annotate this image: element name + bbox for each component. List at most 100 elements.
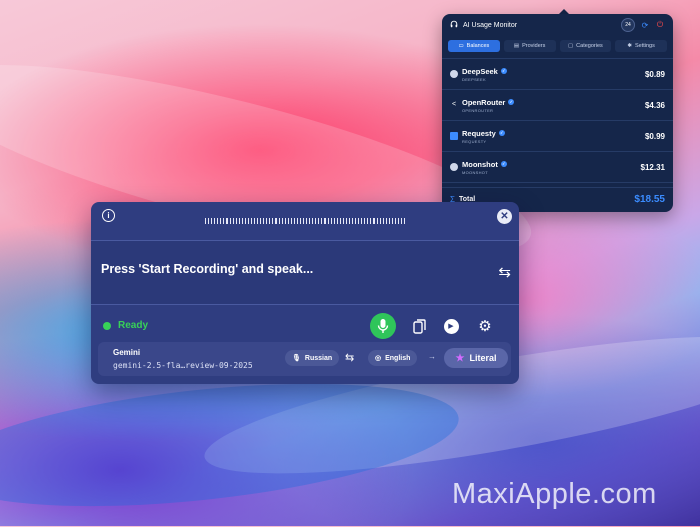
provider-id: MOONSHOT	[462, 169, 488, 175]
waveform-bar	[303, 218, 305, 224]
arrow-right-icon: →	[428, 352, 436, 361]
mode-label: Literal	[469, 353, 497, 363]
waveform-bar	[309, 218, 311, 224]
model-provider: Gemini	[113, 348, 141, 357]
requesty-logo-icon	[450, 132, 458, 140]
play-button[interactable]: ▶	[442, 317, 460, 335]
tab-label: Providers	[522, 43, 546, 49]
status-dot	[103, 322, 111, 330]
waveform-bar	[388, 218, 390, 224]
waveform-bar	[352, 218, 354, 224]
waveform-bar	[290, 218, 292, 224]
openrouter-logo-icon: <	[451, 101, 457, 108]
waveform-bar	[299, 218, 301, 224]
waveform-bar	[229, 218, 231, 224]
count-badge[interactable]: 24	[621, 18, 635, 32]
provider-id: REQUESTY	[462, 138, 487, 144]
mic-small-icon: 🎙︎	[292, 355, 301, 362]
waveform-bar	[327, 218, 329, 224]
tab-categories[interactable]: ▢ Categories	[559, 40, 612, 52]
copy-icon	[412, 318, 426, 334]
verified-icon: ✓	[508, 99, 515, 105]
waveform-bar	[385, 218, 387, 224]
verified-icon: ✓	[500, 161, 507, 167]
transcript-area[interactable]: Press 'Start Recording' and speak... ⇆	[91, 241, 519, 305]
tab-label: Settings	[634, 43, 655, 49]
server-icon: ▤	[513, 43, 520, 49]
tab-balances[interactable]: ▭ Balances	[448, 40, 500, 52]
provider-row-requesty[interactable]: Requesty ✓ REQUESTY $0.99	[442, 121, 673, 152]
waveform-bar	[226, 218, 228, 224]
tab-settings[interactable]: ✱ Settings	[615, 40, 667, 52]
waveform-bar	[281, 218, 283, 224]
dictation-window: i ✕ Press 'Start Recording' and speak...…	[91, 202, 519, 384]
waveform-bar	[278, 218, 280, 224]
waveform-bar	[364, 218, 366, 224]
provider-row-openrouter[interactable]: < OpenRouter ✓ OPENROUTER $4.36	[442, 90, 673, 121]
target-language-button[interactable]: ◎ English	[368, 350, 418, 366]
tab-label: Balances	[466, 43, 490, 49]
usage-monitor-popover: AI Usage Monitor 24 ⟳ ⏻ ▭ Balances ▤ Pro…	[442, 14, 673, 212]
repeat-icon[interactable]: ⇆	[498, 263, 511, 281]
provider-id: OPENROUTER	[462, 107, 494, 113]
verified-icon: ✓	[500, 68, 507, 74]
mode-button[interactable]: ★ Literal	[444, 348, 508, 368]
waveform-bar	[315, 218, 317, 224]
source-language-button[interactable]: 🎙︎ Russian	[285, 350, 340, 366]
waveform-bar	[214, 218, 216, 224]
waveform-bar	[306, 218, 308, 224]
model-bar: Gemini gemini-2.5-fla…review-09-2025 🎙︎ …	[98, 342, 511, 376]
gear-icon: ✱	[627, 43, 632, 49]
waveform-bar	[397, 218, 399, 224]
settings-button[interactable]: ⚙	[476, 317, 494, 335]
wallet-icon: ▭	[458, 43, 464, 49]
waveform-bar	[376, 218, 378, 224]
waveform-bar	[287, 218, 289, 224]
watermark: MaxiApple.com	[452, 478, 657, 510]
sparkle-icon: ★	[455, 352, 465, 364]
headphones-icon	[450, 20, 458, 30]
monitor-header: AI Usage Monitor 24 ⟳ ⏻	[442, 14, 673, 36]
waveform-bar	[333, 218, 335, 224]
transcript-text: Press 'Start Recording' and speak...	[101, 262, 314, 276]
waveform-bar	[260, 218, 262, 224]
target-language: English	[385, 354, 411, 362]
waveform-bar	[318, 218, 320, 224]
waveform-bar	[293, 218, 295, 224]
swap-languages-icon[interactable]: ⇆	[345, 351, 354, 364]
waveform-bar	[263, 218, 265, 224]
provider-name: Requesty	[462, 128, 496, 138]
tab-label: Categories	[576, 43, 603, 49]
waveform-bar	[336, 218, 338, 224]
total-amount: $18.55	[634, 193, 665, 205]
waveform-bar	[284, 218, 286, 224]
copy-button[interactable]	[410, 317, 428, 335]
provider-row-deepseek[interactable]: DeepSeek ✓ DEEPSEEK $0.89	[442, 59, 673, 90]
refresh-icon[interactable]: ⟳	[640, 20, 650, 30]
waveform-bar	[379, 218, 381, 224]
waveform-bar	[223, 218, 225, 224]
provider-balance: $0.89	[644, 69, 665, 79]
provider-balance: $0.99	[644, 131, 665, 141]
info-icon[interactable]: i	[102, 209, 115, 222]
power-icon[interactable]: ⏻	[655, 20, 665, 30]
model-name[interactable]: gemini-2.5-fla…review-09-2025	[113, 361, 253, 370]
waveform-bar	[404, 218, 406, 224]
waveform-bar	[257, 218, 259, 224]
waveform-bar	[272, 218, 274, 224]
waveform-bar	[235, 218, 237, 224]
waveform-bar	[232, 218, 234, 224]
waveform-bar	[370, 218, 372, 224]
tab-providers[interactable]: ▤ Providers	[503, 40, 556, 52]
waveform-bar	[312, 218, 314, 224]
record-button[interactable]	[370, 313, 396, 339]
provider-name: DeepSeek	[462, 66, 498, 76]
deepseek-logo-icon	[450, 70, 458, 78]
waveform-bar	[211, 218, 213, 224]
waveform-bar	[275, 218, 277, 224]
waveform-bar	[266, 218, 268, 224]
provider-row-moonshot[interactable]: Moonshot ✓ MOONSHOT $12.31	[442, 152, 673, 183]
globe-icon: ◎	[375, 355, 382, 362]
waveform-bar	[220, 218, 222, 224]
close-button[interactable]: ✕	[497, 209, 512, 224]
